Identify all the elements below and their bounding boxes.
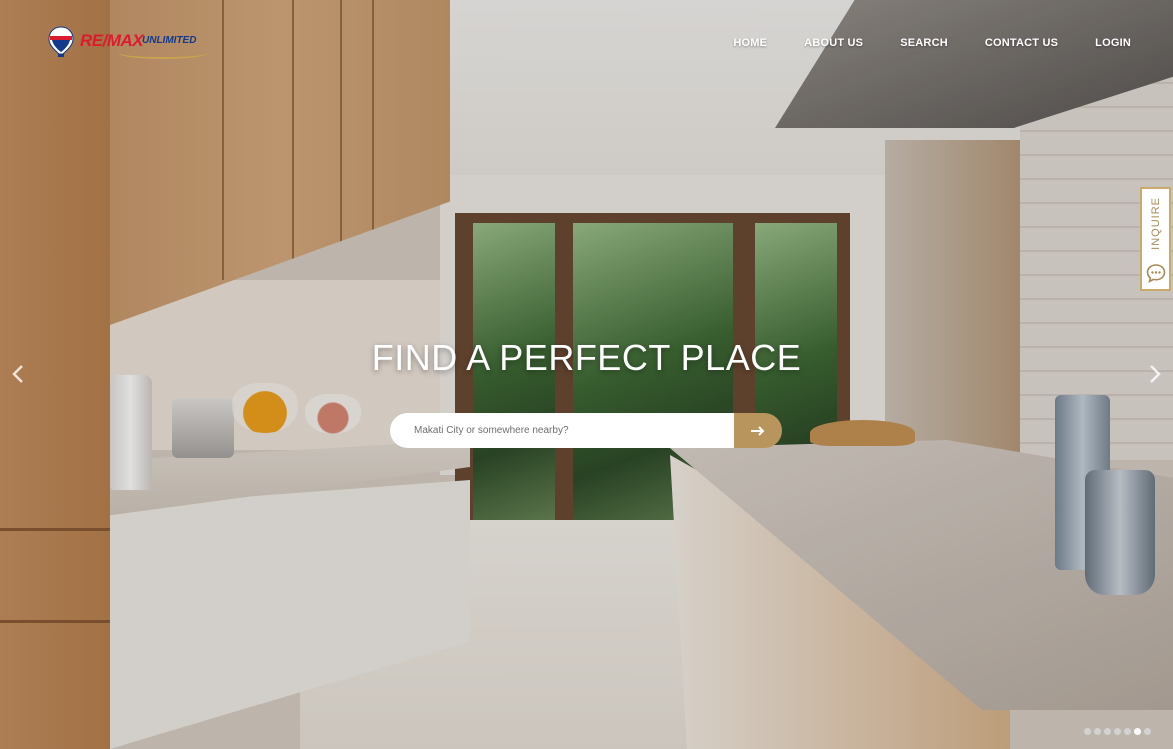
site-logo[interactable]: RE/MAX UNLIMITED xyxy=(48,26,208,59)
main-nav: HOME ABOUT US SEARCH CONTACT US LOGIN xyxy=(696,37,1131,49)
chat-bubble-icon xyxy=(1146,264,1165,283)
arrow-right-icon xyxy=(751,425,765,436)
nav-login[interactable]: LOGIN xyxy=(1095,37,1131,49)
nav-about-us[interactable]: ABOUT US xyxy=(804,37,863,49)
carousel-dot[interactable] xyxy=(1114,728,1121,735)
carousel-dot[interactable] xyxy=(1084,728,1091,735)
carousel-dot[interactable] xyxy=(1124,728,1131,735)
carousel-dot[interactable] xyxy=(1144,728,1151,735)
location-search-input[interactable] xyxy=(390,413,734,448)
carousel-dot-active[interactable] xyxy=(1134,728,1141,735)
inquire-label: INQUIRE xyxy=(1149,197,1162,250)
carousel-dot[interactable] xyxy=(1094,728,1101,735)
search-submit-button[interactable] xyxy=(734,413,782,448)
nav-home[interactable]: HOME xyxy=(733,37,767,49)
carousel-prev-button[interactable] xyxy=(12,362,24,390)
balloon-logo-icon xyxy=(48,26,74,58)
nav-contact-us[interactable]: CONTACT US xyxy=(985,37,1058,49)
nav-search[interactable]: SEARCH xyxy=(900,37,948,49)
logo-swoosh xyxy=(118,47,208,59)
search-bar xyxy=(390,413,782,448)
carousel-indicators xyxy=(1084,728,1151,735)
carousel-next-button[interactable] xyxy=(1149,362,1161,390)
logo-wordmark: RE/MAX UNLIMITED xyxy=(78,27,208,59)
logo-unlimited-text: UNLIMITED xyxy=(142,35,197,46)
hero-headline: FIND A PERFECT PLACE xyxy=(371,337,802,378)
chevron-right-icon xyxy=(1150,365,1161,383)
chevron-left-icon xyxy=(12,365,23,383)
carousel-dot[interactable] xyxy=(1104,728,1111,735)
inquire-tab[interactable]: INQUIRE xyxy=(1140,187,1171,291)
